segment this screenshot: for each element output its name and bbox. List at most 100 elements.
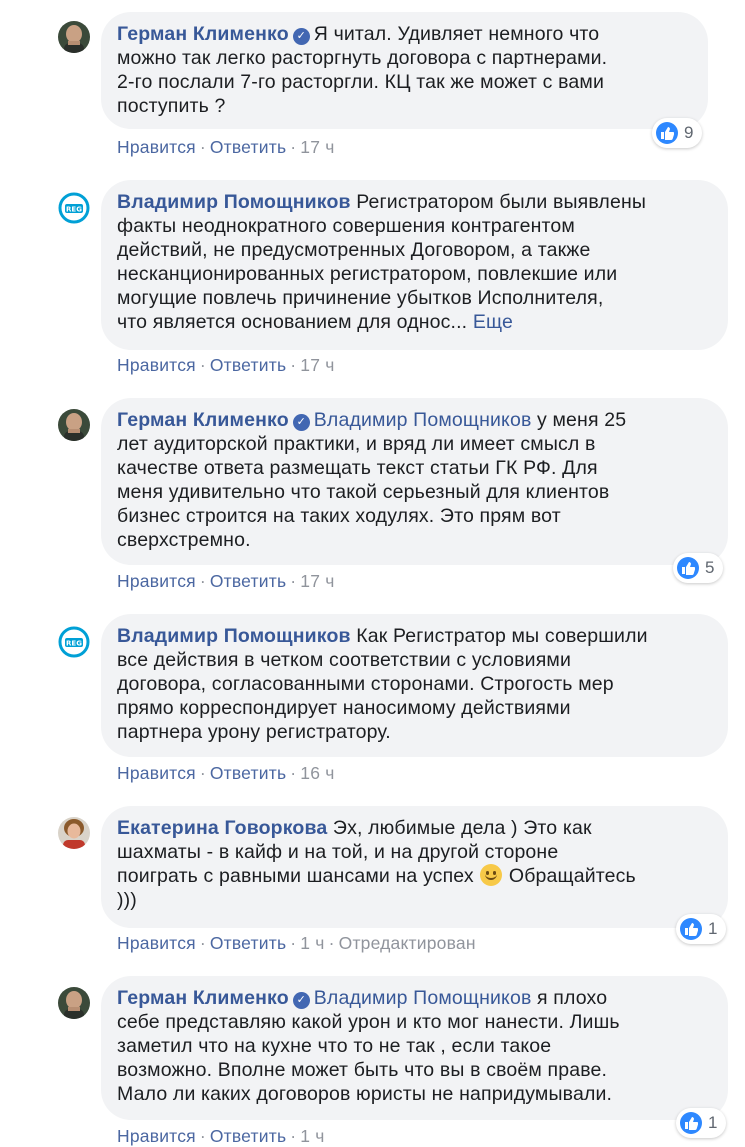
reg-logo-icon: REG: [58, 626, 90, 658]
person-photo-icon: [58, 21, 90, 53]
person-photo-icon: [58, 817, 90, 849]
timestamp[interactable]: 17 ч: [300, 355, 334, 375]
separator-dot: ·: [290, 933, 297, 953]
reactions-badge[interactable]: 5: [673, 553, 724, 583]
avatar-vladimir-pomoshchnikov[interactable]: REG: [58, 192, 90, 224]
separator-dot: ·: [199, 355, 206, 375]
see-more-link[interactable]: Еще: [473, 311, 513, 333]
comment-bubble: Владимир Помощников Как Регистратор мы с…: [101, 614, 728, 757]
avatar-german-klimenko[interactable]: [58, 409, 90, 441]
svg-text:REG: REG: [66, 206, 82, 214]
comment-text-line: Регистратором были выявлены: [356, 191, 647, 213]
comment-text-line: действий, не предусмотренных Договором, …: [117, 239, 591, 261]
verified-icon: ✓: [292, 414, 310, 431]
like-link[interactable]: Нравится: [117, 763, 196, 783]
comment-text-line: шахматы - в кайф и на той, и на другой с…: [117, 841, 559, 863]
comment-actions: Нравится · Ответить · 17 ч: [117, 354, 335, 376]
verified-icon: ✓: [292, 28, 310, 45]
reply-link[interactable]: Ответить: [210, 933, 286, 953]
thumbs-up-icon: [680, 918, 702, 940]
avatar-german-klimenko[interactable]: [58, 987, 90, 1019]
avatar-german-klimenko[interactable]: [58, 21, 90, 53]
edited-label[interactable]: Отредактирован: [339, 933, 476, 953]
like-link[interactable]: Нравится: [117, 571, 196, 591]
comment-text-line: бизнес строится на таких ходулях. Это пр…: [117, 505, 561, 527]
comment-text-line: Эх, любимые дела ) Это как: [332, 817, 592, 839]
separator-dot: ·: [199, 1126, 206, 1146]
comment-text: Владимир Помощников Как Регистратор мы с…: [117, 624, 712, 744]
timestamp[interactable]: 1 ч: [300, 933, 324, 953]
comment-actions: Нравится · Ответить · 1 ч · Отредактирован: [117, 932, 476, 954]
comment-text-line: несканционированных регистратором, повле…: [117, 263, 618, 285]
comment-text-line: ))): [117, 889, 137, 911]
comment-author[interactable]: Екатерина Говоркова: [117, 817, 327, 839]
comment-text-line: 2-го послали 7-го расторгли. КЦ так же м…: [117, 71, 605, 93]
comment-text: Владимир Помощников Регистратором были в…: [117, 190, 712, 334]
reply-link[interactable]: Ответить: [210, 763, 286, 783]
like-link[interactable]: Нравится: [117, 355, 196, 375]
svg-text:REG: REG: [66, 640, 82, 648]
reactions-badge[interactable]: 1: [676, 1108, 727, 1138]
comment-text-line: заметил что на кухне что то не так , есл…: [117, 1035, 552, 1057]
comment-text-line: лет аудиторской практики, и вряд ли имее…: [117, 433, 596, 455]
avatar-ekaterina-govorkova[interactable]: [58, 817, 90, 849]
like-link[interactable]: Нравится: [117, 1126, 196, 1146]
comment-author[interactable]: Герман Клименко: [117, 409, 289, 431]
comment-text-line: меня удивительно что такой серьезный для…: [117, 481, 610, 503]
reply-link[interactable]: Ответить: [210, 355, 286, 375]
reactions-count: 9: [684, 123, 694, 142]
comment-text-line: качестве ответа размещать текст статьи Г…: [117, 457, 598, 479]
reply-link[interactable]: Ответить: [210, 571, 286, 591]
comment-text-line: Я читал. Удивляет немного что: [313, 23, 600, 45]
comment-bubble: Герман Клименко ✓ Я читал. Удивляет немног…: [101, 12, 708, 129]
comment-text-line: прямо корреспондирует наносимому действи…: [117, 697, 571, 719]
timestamp[interactable]: 17 ч: [300, 571, 334, 591]
comment-author[interactable]: Герман Клименко: [117, 23, 289, 45]
reactions-badge[interactable]: 1: [676, 914, 727, 944]
avatar-vladimir-pomoshchnikov[interactable]: REG: [58, 626, 90, 658]
separator-dot: ·: [290, 763, 297, 783]
comment-author[interactable]: Владимир Помощников: [117, 625, 351, 647]
comment-actions: Нравится · Ответить · 17 ч: [117, 570, 335, 592]
reactions-count: 1: [708, 1113, 718, 1132]
comment-text-line: что является основанием для однос...: [117, 311, 468, 333]
timestamp[interactable]: 17 ч: [300, 137, 334, 157]
separator-dot: ·: [199, 933, 206, 953]
comment-actions: Нравится · Ответить · 16 ч: [117, 762, 335, 784]
comment-author[interactable]: Владимир Помощников: [117, 191, 351, 213]
comment-bubble: Владимир Помощников Регистратором были в…: [101, 180, 728, 350]
reactions-badge[interactable]: 9: [652, 118, 703, 148]
thumbs-up-icon: [656, 122, 678, 144]
comment-text-line: могущие повлечь причинение убытков Испол…: [117, 287, 604, 309]
smile-emoji-icon: [480, 864, 503, 886]
reactions-count: 1: [708, 919, 718, 938]
comment-text-line: можно так легко расторгнуть договора с п…: [117, 47, 608, 69]
comment-actions: Нравится · Ответить · 1 ч: [117, 1125, 325, 1147]
separator-dot: ·: [199, 763, 206, 783]
mention-link[interactable]: Владимир Помощников: [314, 987, 532, 1009]
comment-text-line: Мало ли каких договоров юристы не наприд…: [117, 1083, 613, 1105]
thumbs-up-icon: [677, 557, 699, 579]
verified-icon: ✓: [292, 992, 310, 1009]
comment-text-line: Как Регистратор мы совершили: [356, 625, 648, 647]
timestamp[interactable]: 1 ч: [300, 1126, 324, 1146]
separator-dot: ·: [290, 1126, 297, 1146]
reply-link[interactable]: Ответить: [210, 137, 286, 157]
like-link[interactable]: Нравится: [117, 137, 196, 157]
comment-text-line: сверхстремно.: [117, 529, 251, 551]
comment-text-line: возможно. Вполне может быть что вы в сво…: [117, 1059, 608, 1081]
comment-author[interactable]: Герман Клименко: [117, 987, 289, 1009]
like-link[interactable]: Нравится: [117, 933, 196, 953]
separator-dot: ·: [290, 137, 297, 157]
reply-link[interactable]: Ответить: [210, 1126, 286, 1146]
comment-bubble: Герман Клименко ✓ Владимир Помощников я пл…: [101, 976, 728, 1120]
comment-text-line: поступить ?: [117, 95, 226, 117]
comment-text-line: факты неоднократного совершения контраге…: [117, 215, 575, 237]
separator-dot: ·: [199, 571, 206, 591]
comment-text: Герман Клименко ✓ Я читал. Удивляет немног…: [117, 22, 692, 118]
mention-link[interactable]: Владимир Помощников: [314, 409, 532, 431]
person-photo-icon: [58, 409, 90, 441]
thumbs-up-icon: [680, 1112, 702, 1134]
timestamp[interactable]: 16 ч: [300, 763, 334, 783]
comment-text-line: у меня 25: [537, 409, 627, 431]
